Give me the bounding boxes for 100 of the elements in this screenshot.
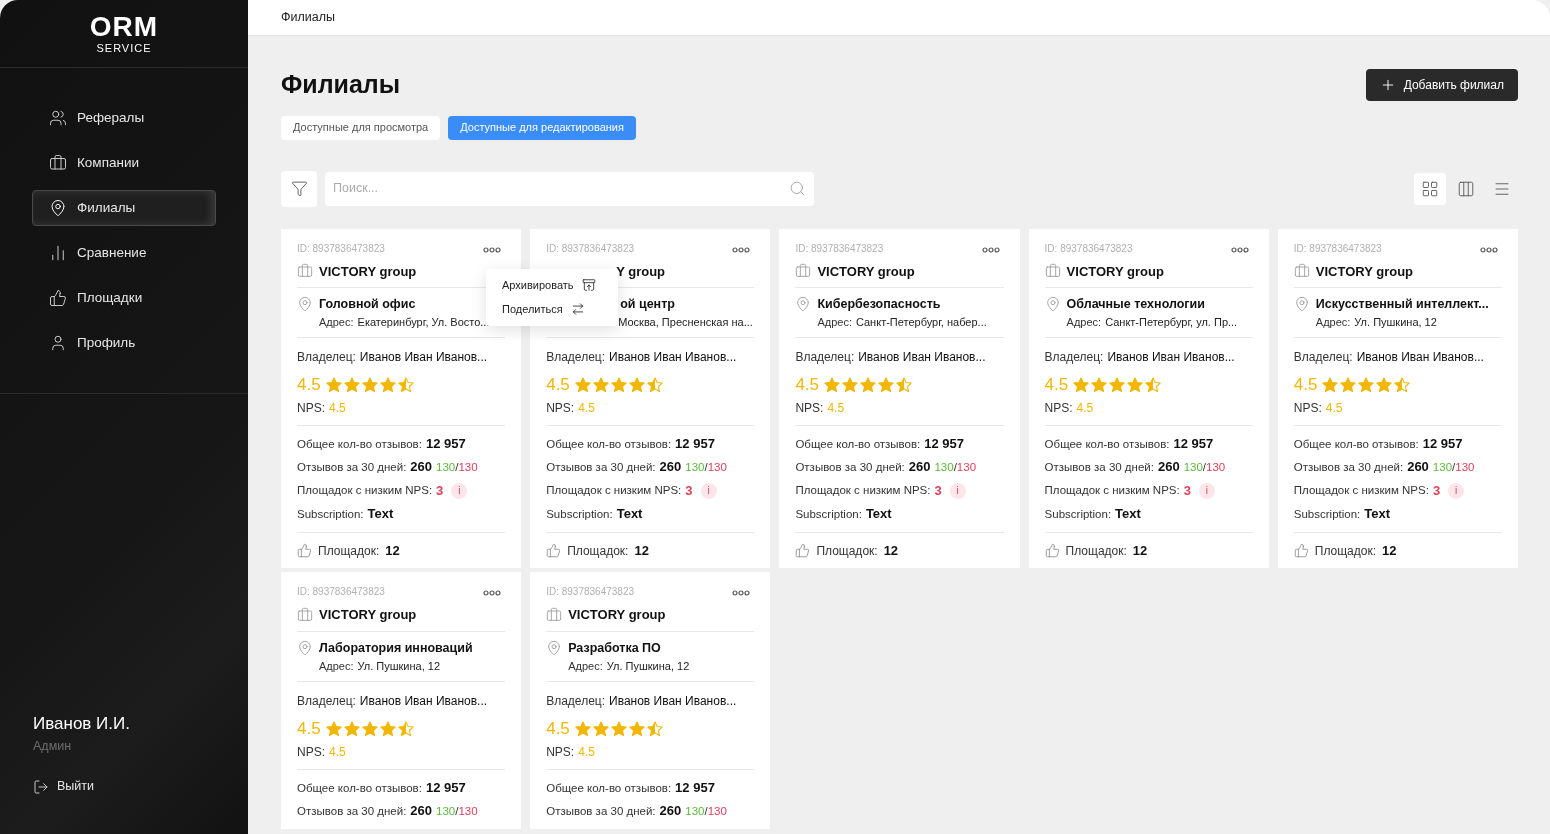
nps-value: 4.5 [827,399,845,417]
total-reviews-value: 12 957 [675,434,715,453]
nav-item[interactable]: Профиль [32,325,216,361]
subscription-label: Subscription: [297,507,364,523]
slash: / [455,804,459,819]
menu-item[interactable]: Поделиться [502,299,602,320]
star-icon [360,376,379,394]
map-pin-icon [1293,296,1310,313]
nav-item[interactable]: Рефералы [32,100,216,136]
info-badge[interactable]: i [451,482,468,499]
owner-name: Иванов Иван Иванов... [359,693,488,710]
owner-name: Иванов Иван Иванов... [1356,349,1484,367]
owner-label: Владелец: [1044,349,1104,367]
search-input[interactable]: Поиск... [333,179,789,198]
info-badge[interactable]: i [700,482,717,499]
user-role: Админ [33,737,73,755]
nps-label: NPS: [795,399,824,417]
star-icon [1108,376,1127,394]
more-icon[interactable] [1480,246,1498,253]
star-icon [627,376,646,394]
negative-count: 130 [1455,460,1475,476]
info-badge[interactable]: i [1448,482,1465,499]
logout-button[interactable]: Выйти [33,777,215,796]
grid-view-button[interactable] [1414,172,1446,205]
nav-item[interactable]: Филиалы [32,190,216,226]
total-reviews-value: 12 957 [1173,434,1214,453]
nav-item[interactable]: Компании [32,145,216,181]
address-value: Екатеринбург, Ул. Восто... [357,314,490,330]
more-icon[interactable] [1230,246,1249,253]
low-nps-value: 3 [436,481,444,500]
star-icon [1321,376,1340,394]
info-badge[interactable]: i [949,482,966,499]
star-icon [396,719,415,738]
nps-label: NPS: [546,399,575,417]
menu-item[interactable]: Архивировать [502,274,602,295]
subscription-value: Text [1364,505,1391,524]
sites-label: Площадок: [1065,542,1127,560]
user-name: Иванов И.И. [33,713,131,735]
map-pin-icon [297,296,313,313]
nps-value: 4.5 [1325,399,1343,417]
total-reviews-label: Общее кол-во отзывов: [546,780,672,796]
briefcase-icon [546,607,563,623]
branch-name: Головной офис [319,296,416,313]
bar-chart-icon [49,244,67,262]
filter-tab[interactable]: Доступные для просмотра [281,115,441,140]
rating-value: 4.5 [546,718,570,740]
low-nps-label: Площадок с низким NPS: [297,482,433,498]
star-icon [609,376,628,394]
slash: / [704,460,708,476]
search-icon [789,180,806,197]
slash: / [1202,460,1207,476]
add-branch-button[interactable]: Добавить филиал [1365,68,1518,101]
negative-count: 130 [707,460,727,476]
address-value: Санкт-Петербург, набер... [855,314,987,330]
star-icon [591,719,610,738]
address-label: Адрес: [817,314,852,330]
subscription-label: Subscription: [1293,507,1361,523]
more-icon[interactable] [483,246,502,253]
owner-name: Иванов Иван Иванов... [858,349,986,367]
recent-reviews-value: 260 [908,458,931,477]
filter-button[interactable] [281,170,317,207]
company-name: VICTORY group [1066,262,1164,281]
archive-icon [581,277,596,292]
star-icon [859,376,878,394]
star-icon [627,719,646,738]
total-reviews-label: Общее кол-во отзывов: [546,436,672,452]
total-reviews-label: Общее кол-во отзывов: [297,780,422,796]
star-icon [378,376,397,394]
recent-reviews-label: Отзывов за 30 дней: [1044,460,1154,476]
search-field[interactable]: Поиск... [325,171,814,206]
owner-name: Иванов Иван Иванов... [1107,349,1235,367]
subscription-label: Subscription: [1044,507,1112,523]
positive-count: 130 [436,804,456,819]
star-icon [1126,376,1145,394]
low-nps-label: Площадок с низким NPS: [1044,482,1180,498]
nav-item[interactable]: Площадки [32,280,216,316]
positive-count: 130 [934,460,954,476]
total-reviews-label: Общее кол-во отзывов: [795,436,921,452]
nav-item[interactable]: Сравнение [32,235,216,271]
owner-label: Владелец: [1293,349,1353,367]
total-reviews-label: Общее кол-во отзывов: [297,436,422,452]
grid-icon [1421,179,1439,198]
address-value: Ул. Пушкина, 12 [606,658,690,674]
address-label: Адрес: [1315,314,1351,330]
owner-name: Иванов Иван Иванов... [609,693,737,710]
users-icon [49,109,67,127]
more-icon[interactable] [483,590,502,597]
more-icon[interactable] [732,246,751,253]
swap-arrows-icon [570,302,585,317]
more-icon[interactable] [732,590,751,597]
branch-name: ой центр [620,296,675,313]
owner-name: Иванов Иван Иванов... [359,349,488,367]
branch-id: ID: 8937836473823 [1044,241,1133,256]
low-nps-label: Площадок с низким NPS: [795,482,931,498]
info-badge[interactable]: i [1198,482,1215,499]
star-icon [877,376,896,394]
more-icon[interactable] [981,246,1000,253]
briefcase-icon [795,263,812,280]
company-name: VICTORY group [817,262,915,281]
low-nps-label: Площадок с низким NPS: [1293,482,1429,498]
